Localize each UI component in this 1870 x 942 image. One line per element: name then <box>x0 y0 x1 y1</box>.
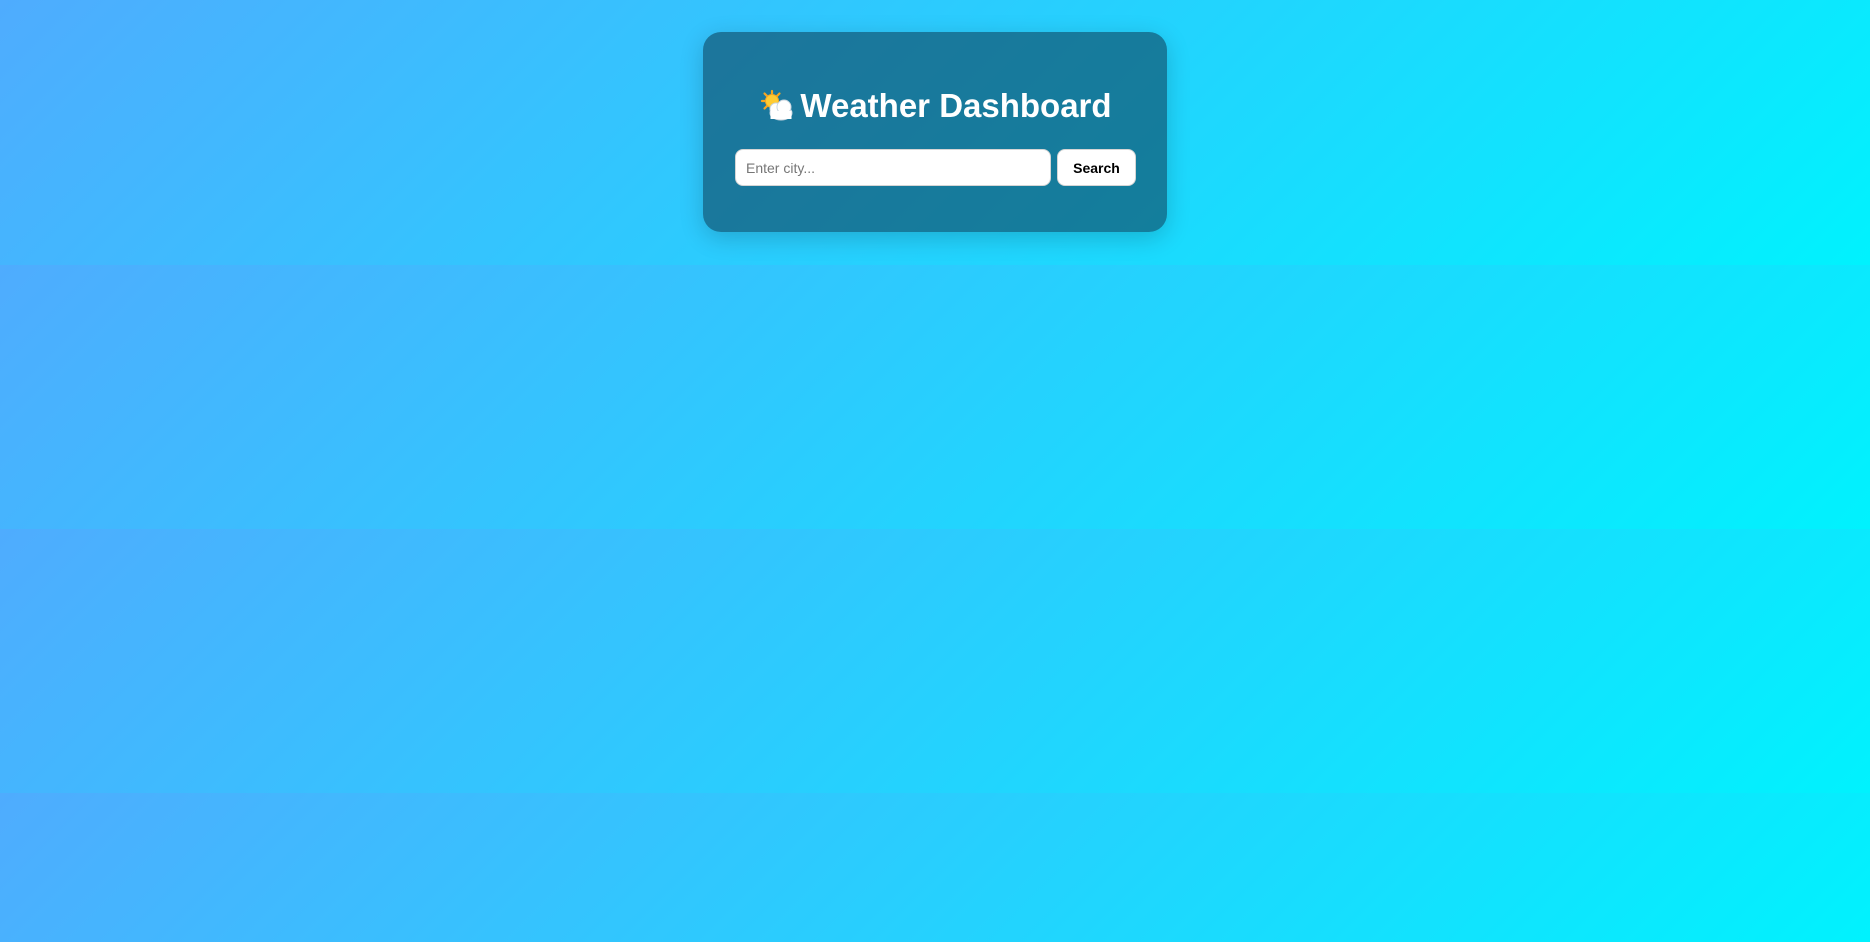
background-band <box>0 793 1870 942</box>
city-search-input[interactable] <box>735 149 1051 186</box>
sun-behind-cloud-icon <box>758 89 794 123</box>
page-title: Weather Dashboard <box>703 86 1167 126</box>
search-button[interactable]: Search <box>1057 149 1136 186</box>
page-title-text: Weather Dashboard <box>800 87 1112 124</box>
background-band <box>0 529 1870 794</box>
weather-search-card: Weather Dashboard Search <box>703 32 1167 232</box>
background-band <box>0 265 1870 530</box>
